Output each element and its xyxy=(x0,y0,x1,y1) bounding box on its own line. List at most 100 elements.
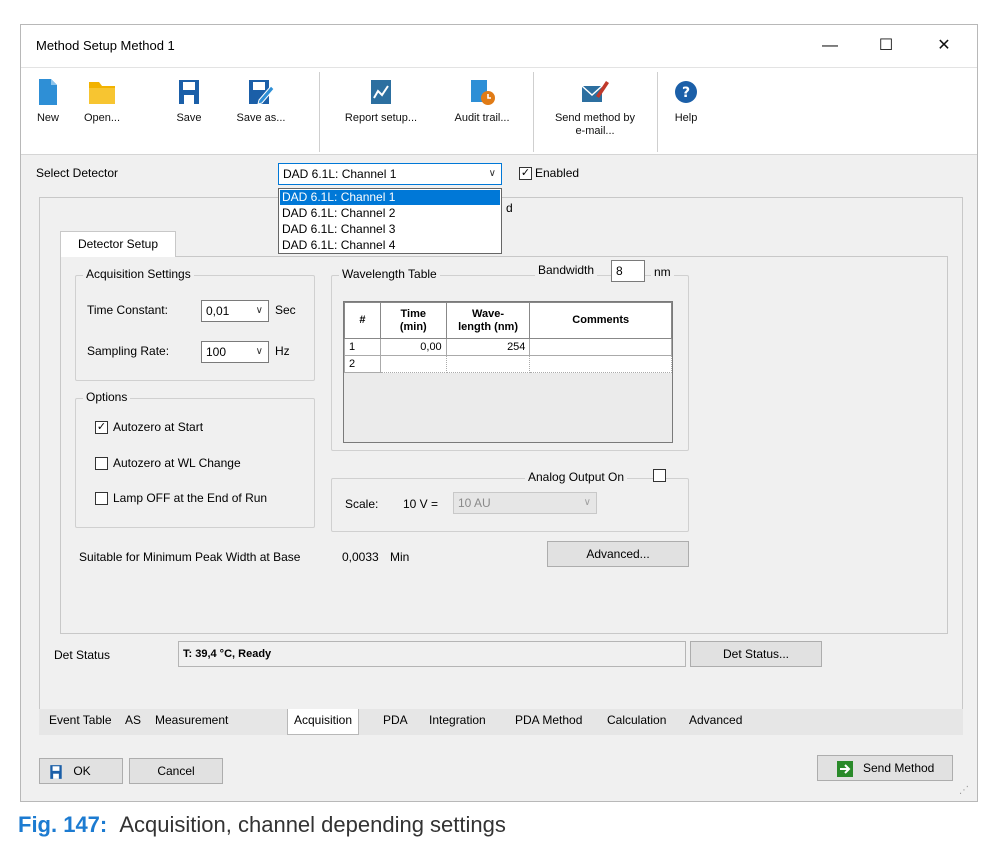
method-setup-window: Method Setup Method 1 — ☐ ✕ New Open... … xyxy=(20,24,978,802)
send-method-email-button[interactable]: Send method by e-mail... xyxy=(539,68,651,154)
sampling-rate-unit: Hz xyxy=(275,344,290,358)
svg-text:?: ? xyxy=(682,85,690,101)
time-constant-select[interactable]: 0,01 ∨ xyxy=(201,300,269,322)
scale-select[interactable]: 10 AU ∨ xyxy=(453,492,597,514)
row-num: 1 xyxy=(344,338,381,356)
cancel-button[interactable]: Cancel xyxy=(129,758,223,784)
chevron-down-icon: ∨ xyxy=(255,305,263,316)
enabled-checkbox[interactable]: ✓ xyxy=(519,167,532,180)
autozero-wl-checkbox[interactable] xyxy=(95,457,108,470)
chevron-down-icon: ∨ xyxy=(583,497,591,508)
close-button[interactable]: ✕ xyxy=(921,31,967,61)
new-label: New xyxy=(36,112,59,124)
autozero-start-checkbox[interactable]: ✓ xyxy=(95,421,108,434)
send-arrow-icon xyxy=(836,760,853,777)
lamp-off-label: Lamp OFF at the End of Run xyxy=(113,491,268,505)
open-button[interactable]: Open... xyxy=(75,68,129,154)
report-chart-icon xyxy=(371,80,391,104)
help-button[interactable]: ? Help xyxy=(663,68,709,154)
row-time-cell[interactable]: 0,00 xyxy=(379,338,447,356)
time-constant-value: 0,01 xyxy=(206,304,230,318)
wavelength-grid: # Time (min) Wave-length (nm) Comments 1 … xyxy=(343,301,673,443)
enabled-label: Enabled xyxy=(535,166,580,180)
det-status-button[interactable]: Det Status... xyxy=(690,641,822,667)
dropdown-option-channel-3[interactable]: DAD 6.1L: Channel 3 xyxy=(280,222,500,237)
folder-icon xyxy=(89,82,115,104)
figure-caption: Fig. 147: Acquisition, channel depending… xyxy=(18,812,506,838)
tab-advanced[interactable]: Advanced xyxy=(683,709,748,733)
row-wave-cell[interactable] xyxy=(445,355,531,373)
report-setup-button[interactable]: Report setup... xyxy=(331,68,431,154)
detector-select[interactable]: DAD 6.1L: Channel 1 ∨ xyxy=(278,163,502,185)
toolbar: New Open... Save Save as... Report setup… xyxy=(21,67,977,155)
row-time-cell[interactable] xyxy=(379,355,447,373)
send-email-label-2: e-mail... xyxy=(575,125,615,137)
tab-acquisition[interactable]: Acquisition xyxy=(287,709,360,735)
detector-setup-page: Acquisition Settings Time Constant: 0,01… xyxy=(60,256,948,634)
tab-measurement[interactable]: Measurement xyxy=(149,709,234,733)
dropdown-option-channel-1[interactable]: DAD 6.1L: Channel 1 xyxy=(280,190,500,205)
chevron-down-icon: ∨ xyxy=(488,168,496,179)
col-header-wave: Wave-length (nm) xyxy=(445,302,531,339)
ok-label: OK xyxy=(73,764,91,778)
window-title: Method Setup Method 1 xyxy=(36,38,175,53)
resize-grip-icon[interactable]: ⋰ xyxy=(959,785,969,796)
dropdown-option-channel-4[interactable]: DAD 6.1L: Channel 4 xyxy=(280,238,500,253)
dropdown-option-channel-2[interactable]: DAD 6.1L: Channel 2 xyxy=(280,206,500,221)
col-header-time: Time (min) xyxy=(379,302,447,339)
bandwidth-label: Bandwidth xyxy=(535,263,598,277)
tab-event-table[interactable]: Event Table xyxy=(43,709,118,733)
tab-calculation[interactable]: Calculation xyxy=(601,709,672,733)
tab-detector-setup[interactable]: Detector Setup xyxy=(60,231,176,257)
audit-trail-label: Audit trail... xyxy=(454,112,510,124)
ok-button[interactable]: OK xyxy=(39,758,123,784)
title-bar: Method Setup Method 1 — ☐ ✕ xyxy=(21,25,977,67)
save-button[interactable]: Save xyxy=(169,68,209,154)
table-row[interactable]: 2 xyxy=(344,355,672,373)
row-wave-cell[interactable]: 254 xyxy=(445,338,531,356)
tab-as[interactable]: AS xyxy=(119,709,147,733)
floppy-icon xyxy=(179,80,199,104)
maximize-button[interactable]: ☐ xyxy=(863,31,909,61)
send-method-label: Send Method xyxy=(862,761,935,775)
tab-pda[interactable]: PDA xyxy=(377,709,414,733)
col-header-comments: Comments xyxy=(529,302,672,339)
table-row[interactable]: 1 0,00 254 xyxy=(344,338,672,356)
row-comments-cell[interactable] xyxy=(529,338,672,356)
save-as-button[interactable]: Save as... xyxy=(231,68,291,154)
col-header-wave-2: length (nm) xyxy=(458,320,518,333)
det-status-label: Det Status xyxy=(54,648,111,662)
help-label: Help xyxy=(674,112,698,124)
scale-volts-label: 10 V = xyxy=(403,497,439,511)
tab-integration[interactable]: Integration xyxy=(423,709,492,733)
wavelength-table-legend: Wavelength Table xyxy=(339,267,440,281)
acquisition-settings-group xyxy=(75,275,315,381)
sampling-rate-label: Sampling Rate: xyxy=(87,344,170,358)
open-label: Open... xyxy=(83,112,121,124)
toolbar-separator xyxy=(319,72,320,152)
sampling-rate-select[interactable]: 100 ∨ xyxy=(201,341,269,363)
analog-output-label: Analog Output On xyxy=(525,470,628,484)
det-status-field: T: 39,4 °C, Ready xyxy=(178,641,686,667)
analog-output-checkbox[interactable] xyxy=(653,469,666,482)
send-method-button[interactable]: Send Method xyxy=(817,755,953,781)
row-comments-cell[interactable] xyxy=(529,355,672,373)
detector-panel: Detector Setup Acquisition Settings Time… xyxy=(39,197,963,709)
autozero-start-label: Autozero at Start xyxy=(113,420,204,434)
email-pencil-icon xyxy=(581,81,609,102)
time-constant-unit: Sec xyxy=(275,303,296,317)
col-header-num: # xyxy=(344,302,381,339)
row-num: 2 xyxy=(344,355,381,373)
minimize-button[interactable]: — xyxy=(807,31,853,61)
tab-pda-method[interactable]: PDA Method xyxy=(509,709,588,733)
advanced-button[interactable]: Advanced... xyxy=(547,541,689,567)
toolbar-separator xyxy=(657,72,658,152)
bandwidth-unit: nm xyxy=(651,265,674,279)
new-file-icon xyxy=(39,79,57,105)
bandwidth-input[interactable]: 8 xyxy=(611,260,645,282)
col-header-time-1: Time xyxy=(400,307,427,320)
audit-trail-button[interactable]: Audit trail... xyxy=(445,68,519,154)
new-button[interactable]: New xyxy=(25,68,71,154)
sampling-rate-value: 100 xyxy=(206,345,227,359)
lamp-off-checkbox[interactable] xyxy=(95,492,108,505)
